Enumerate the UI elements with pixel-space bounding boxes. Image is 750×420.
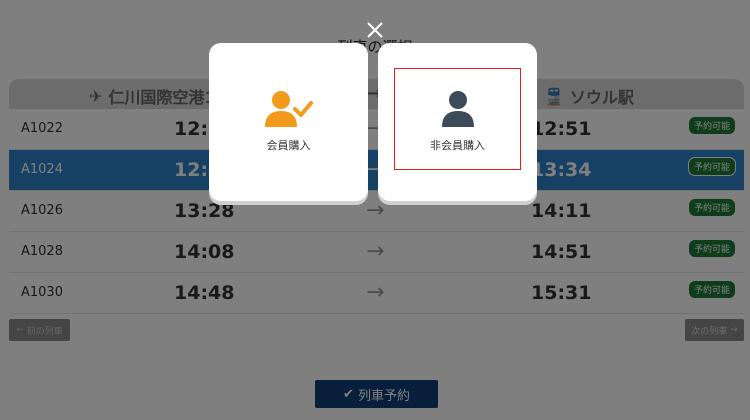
user-icon bbox=[442, 91, 474, 127]
member-purchase-option[interactable]: 会員購入 bbox=[209, 43, 368, 201]
guest-purchase-label: 非会員購入 bbox=[430, 139, 485, 152]
modal-overlay: 会員購入 非会員購入 bbox=[0, 0, 750, 420]
member-purchase-label: 会員購入 bbox=[266, 139, 311, 152]
guest-purchase-option[interactable]: 非会員購入 bbox=[378, 43, 537, 201]
user-check-icon bbox=[265, 91, 313, 127]
close-icon[interactable] bbox=[363, 18, 387, 42]
